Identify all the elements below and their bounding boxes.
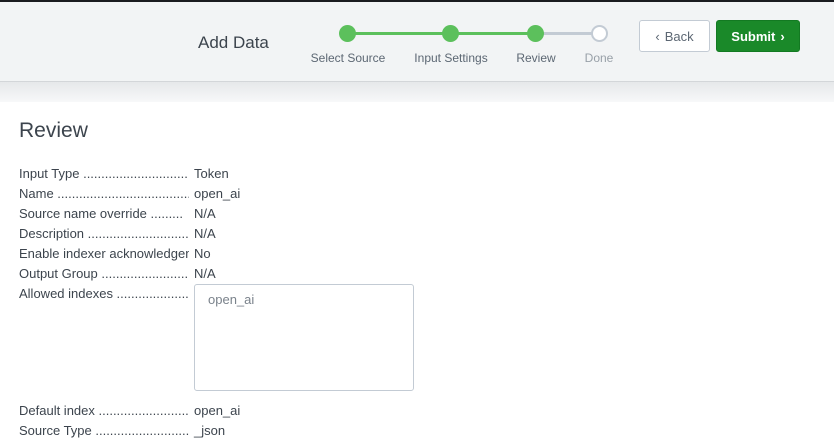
back-button[interactable]: ‹ Back <box>639 20 710 52</box>
step-dot-review <box>527 25 544 42</box>
submit-button[interactable]: Submit › <box>716 20 800 52</box>
step-label-review: Review <box>516 51 556 65</box>
allowed-indexes-list[interactable]: open_ai <box>194 284 414 391</box>
field-value: No <box>194 246 211 261</box>
chevron-right-icon: › <box>780 28 785 44</box>
field-label: Enable indexer acknowledgement <box>19 246 189 261</box>
field-value: N/A <box>194 226 216 241</box>
step-label-done: Done <box>584 51 614 65</box>
field-label: Output Group ......................... <box>19 266 189 281</box>
step-dot-input-settings <box>442 25 459 42</box>
progress-line-pending <box>535 32 599 35</box>
step-dot-done <box>591 25 608 42</box>
submit-button-label: Submit <box>731 28 776 44</box>
field-value: open_ai <box>194 186 241 201</box>
progress-line-complete <box>347 32 535 35</box>
field-label: Input Type .............................… <box>19 166 189 181</box>
field-label: Allowed indexes .................... <box>19 286 189 301</box>
step-dot-select-source <box>339 25 356 42</box>
field-value: N/A <box>194 206 216 221</box>
review-heading: Review <box>19 119 88 142</box>
field-label: Name ...................................… <box>19 186 189 201</box>
field-label: Source Type ........................... <box>19 423 189 438</box>
back-button-label: Back <box>664 28 694 44</box>
step-label-input-settings: Input Settings <box>414 51 488 65</box>
field-value: Token <box>194 166 229 181</box>
header-shadow <box>0 82 834 102</box>
list-item: open_ai <box>208 292 255 307</box>
field-label: Default index .......................... <box>19 403 189 418</box>
field-value: _json <box>194 423 226 438</box>
field-label: Source name override ......... <box>19 206 184 221</box>
field-value: open_ai <box>194 403 241 418</box>
field-label: Description ............................… <box>19 226 189 241</box>
step-label-select-source: Select Source <box>310 51 386 65</box>
chevron-left-icon: ‹ <box>655 28 660 44</box>
field-value: N/A <box>194 266 216 281</box>
